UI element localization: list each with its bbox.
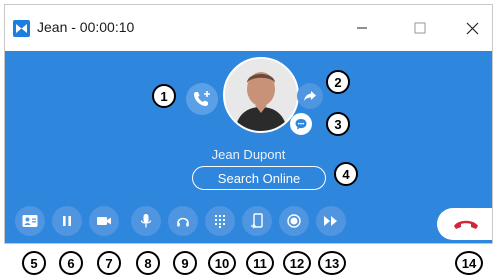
maximize-icon — [414, 22, 426, 34]
chat-button[interactable] — [290, 113, 312, 135]
contact-photo — [225, 59, 297, 131]
app-logo-icon — [13, 20, 30, 37]
window-title: Jean - 00:00:10 — [37, 19, 135, 35]
hangup-icon — [454, 220, 478, 229]
transfer-phone-icon — [251, 213, 263, 229]
pause-icon — [63, 216, 71, 226]
chat-icon — [295, 119, 307, 130]
minimize-button[interactable] — [339, 5, 385, 51]
headset-button[interactable] — [168, 206, 198, 236]
callout-6: 6 — [59, 251, 83, 275]
callout-2: 2 — [326, 70, 350, 94]
contact-avatar — [223, 57, 299, 133]
maximize-button[interactable] — [397, 5, 443, 51]
transfer-button[interactable] — [242, 206, 272, 236]
callout-14: 14 — [455, 251, 483, 275]
share-icon — [304, 91, 316, 101]
hangup-button[interactable] — [437, 208, 492, 240]
share-button[interactable] — [297, 83, 323, 109]
contact-card-button[interactable] — [15, 206, 45, 236]
callout-4: 4 — [334, 162, 358, 186]
mute-button[interactable] — [131, 206, 161, 236]
callout-7: 7 — [97, 251, 121, 275]
forward-icon — [324, 216, 337, 226]
add-call-icon — [194, 91, 210, 106]
callout-12: 12 — [283, 251, 311, 275]
callout-3: 3 — [326, 112, 350, 136]
contact-card-icon — [22, 215, 38, 227]
dialpad-button[interactable] — [205, 206, 235, 236]
add-call-button[interactable] — [186, 83, 218, 115]
video-button[interactable] — [89, 206, 119, 236]
callout-9: 9 — [173, 251, 197, 275]
headset-icon — [177, 217, 189, 227]
close-button[interactable] — [449, 5, 492, 51]
callout-10: 10 — [208, 251, 236, 275]
search-online-button[interactable]: Search Online — [192, 166, 326, 190]
microphone-icon — [140, 214, 152, 228]
record-button[interactable] — [279, 206, 309, 236]
video-icon — [97, 217, 111, 225]
contact-name: Jean Dupont — [211, 147, 286, 162]
hold-button[interactable] — [52, 206, 82, 236]
callout-11: 11 — [246, 251, 274, 275]
minimize-icon — [357, 27, 367, 29]
callout-13: 13 — [318, 251, 346, 275]
title-bar: Jean - 00:00:10 — [5, 5, 492, 51]
callout-5: 5 — [22, 251, 46, 275]
call-window: Jean - 00:00:10 Jean Dupont Search Onlin… — [4, 4, 493, 244]
close-icon — [466, 22, 478, 34]
callout-8: 8 — [136, 251, 160, 275]
record-icon — [287, 214, 301, 228]
dialpad-icon — [215, 215, 225, 228]
forward-button[interactable] — [316, 206, 346, 236]
callout-1: 1 — [152, 84, 176, 108]
